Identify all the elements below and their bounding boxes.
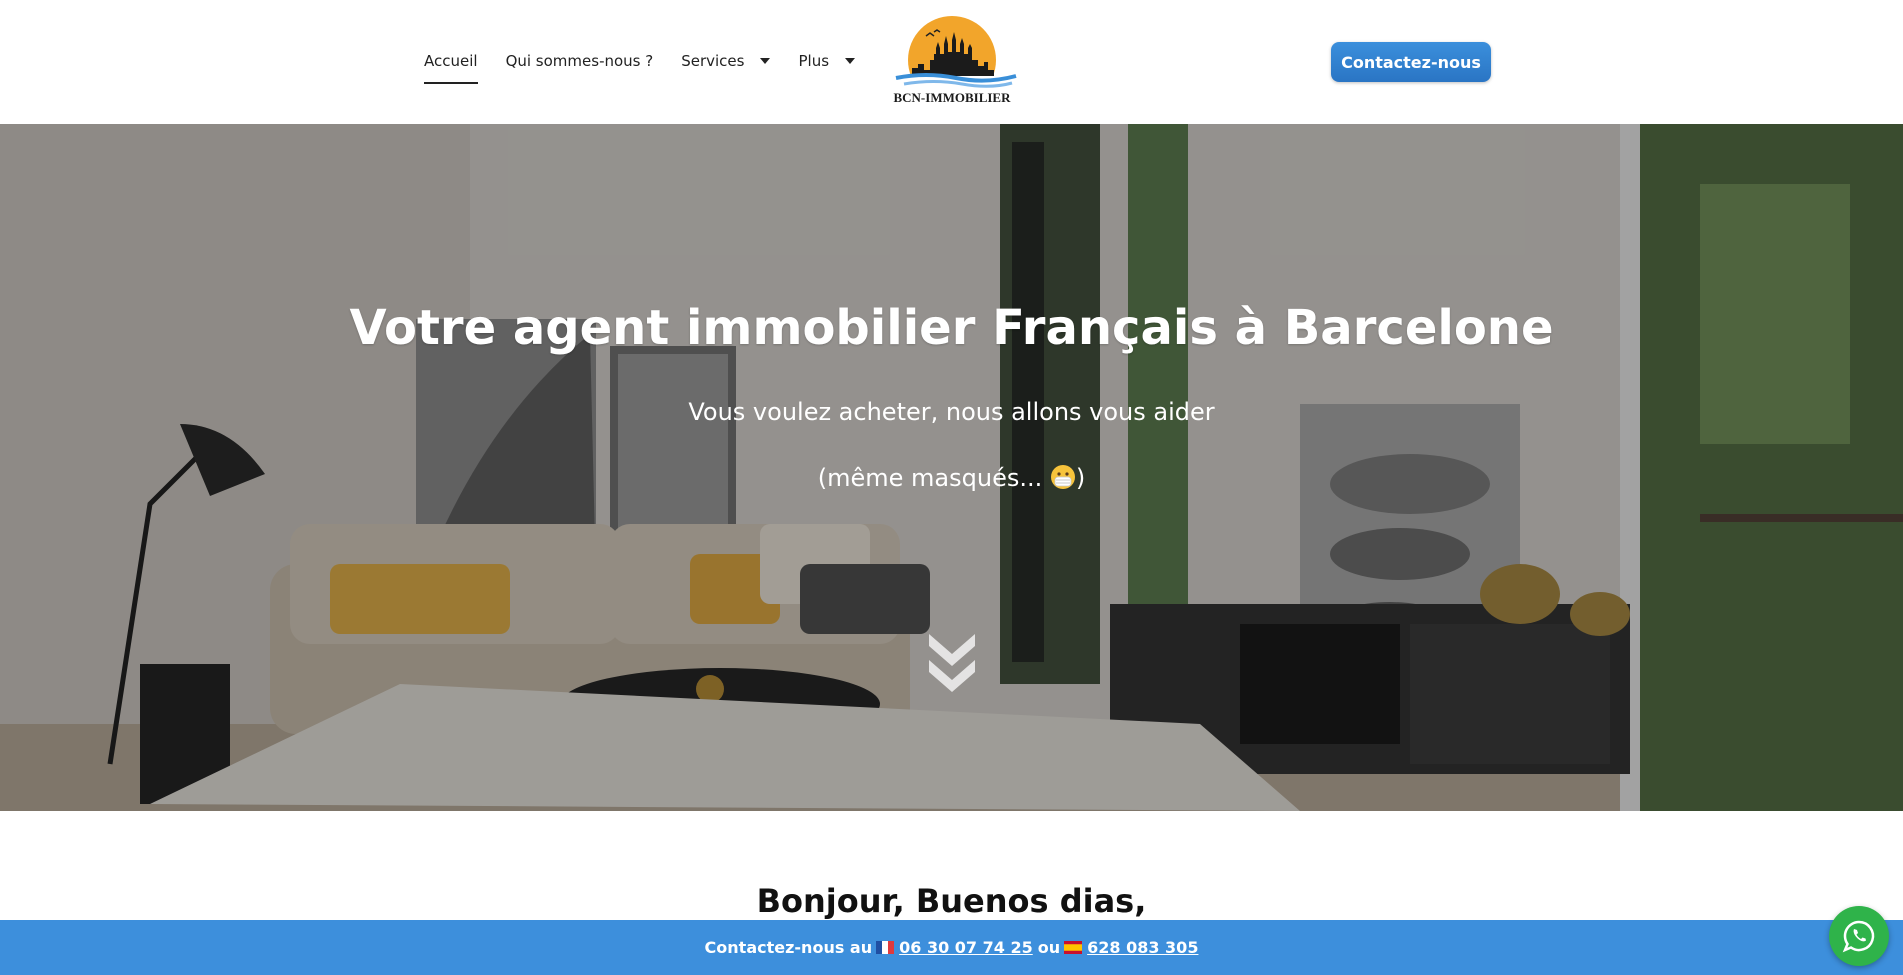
- hero-banner: Votre agent immobilier Français à Barcel…: [0, 124, 1903, 811]
- contact-bar: Contactez-nous au 06 30 07 74 25 ou 628 …: [0, 920, 1903, 975]
- face-with-mask-icon: [1050, 465, 1075, 489]
- phone-fr-link[interactable]: 06 30 07 74 25: [899, 938, 1033, 957]
- nav-item-label: Accueil: [424, 52, 478, 70]
- nav-item-services[interactable]: Services: [681, 52, 771, 70]
- france-flag-icon: [876, 941, 895, 954]
- hero-subtitle-suffix: ): [1075, 464, 1086, 492]
- hero-subtitle-prefix: (même masqués...: [817, 464, 1050, 492]
- nav-item-label: Services: [681, 52, 745, 70]
- nav-item-label: Plus: [798, 52, 830, 70]
- contact-bar-prefix: Contactez-nous au: [704, 938, 873, 957]
- logo-text: BCN-IMMOBILIER: [893, 90, 1011, 105]
- contact-bar-separator: ou: [1037, 938, 1061, 957]
- double-chevron-down-icon[interactable]: [925, 628, 979, 698]
- phone-es-link[interactable]: 628 083 305: [1087, 938, 1198, 957]
- caret-down-icon: [760, 58, 771, 64]
- greeting-heading: Bonjour, Buenos dias,: [756, 882, 1147, 920]
- main-nav: Accueil Qui sommes-nous ? Services Plus: [424, 52, 883, 84]
- hero-title: Votre agent immobilier Français à Barcel…: [349, 300, 1554, 356]
- hero-subtitle: Vous voulez acheter, nous allons vous ai…: [688, 398, 1215, 426]
- contact-button[interactable]: Contactez-nous: [1331, 42, 1491, 82]
- nav-item-plus[interactable]: Plus: [798, 52, 856, 70]
- site-header: Accueil Qui sommes-nous ? Services Plus …: [0, 0, 1903, 124]
- whatsapp-button[interactable]: [1829, 906, 1889, 966]
- nav-item-label: Qui sommes-nous ?: [505, 52, 654, 70]
- hero-subtitle-mask: (même masqués... ): [0, 464, 1903, 492]
- site-logo[interactable]: BCN-IMMOBILIER: [876, 14, 1028, 110]
- nav-item-accueil[interactable]: Accueil: [424, 52, 478, 84]
- whatsapp-icon: [1842, 920, 1875, 953]
- spain-flag-icon: [1064, 941, 1083, 954]
- caret-down-icon: [845, 58, 856, 64]
- nav-item-qui-sommes-nous[interactable]: Qui sommes-nous ?: [506, 52, 654, 70]
